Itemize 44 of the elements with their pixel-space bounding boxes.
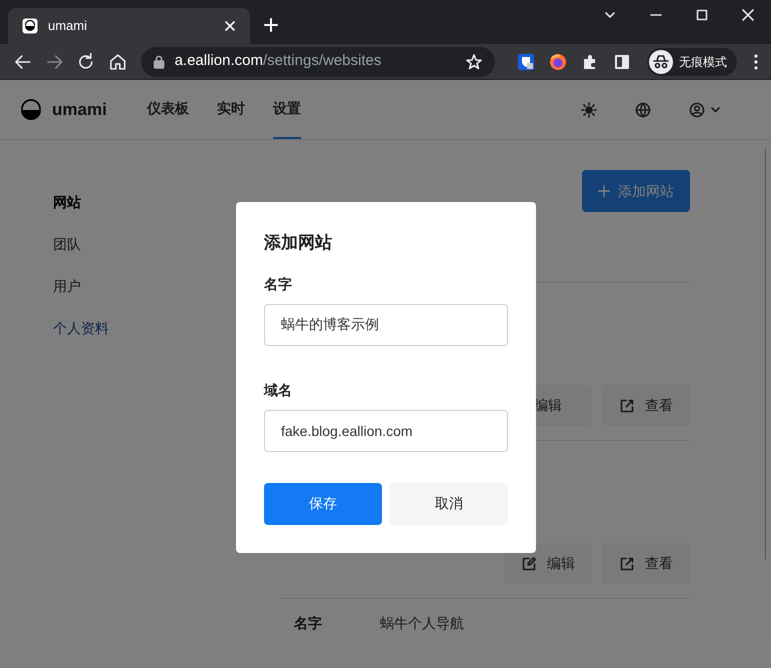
dialog-title: 添加网站 [264,232,333,254]
sidebar-item[interactable]: 用户 [53,276,227,298]
globe-icon[interactable] [635,102,651,118]
sidebar-item[interactable]: 团队 [53,234,227,256]
field-label: 名字 [264,274,293,294]
incognito-icon [649,50,674,74]
shield-icon[interactable] [517,52,536,70]
field-label: 名字 [292,614,323,633]
star-icon[interactable] [465,52,484,70]
add-website-button[interactable]: 添加网站 [582,170,690,212]
profile-button[interactable]: 无痕模式 [647,48,738,76]
maximize-icon[interactable] [695,8,709,22]
new-tab-icon[interactable] [264,18,278,32]
external-link-icon [619,556,635,572]
view-button[interactable]: 查看 [602,543,690,584]
text-field[interactable]: 蜗牛的博客示例 [264,304,508,346]
sun-icon[interactable] [581,102,597,118]
browser-tab[interactable]: umami [8,8,250,44]
bowl-logo-icon [20,98,42,120]
save-button[interactable]: 保存 [264,482,382,524]
view-button[interactable]: 查看 [602,385,690,426]
umami-logo-icon [22,18,38,34]
brand-name: umami [52,98,107,121]
lock-icon [152,54,165,68]
nav-tab[interactable]: 实时 [216,80,245,139]
external-link-icon [619,398,635,414]
sidebar-item[interactable]: 个人资料 [53,318,227,340]
sidebar-item[interactable]: 网站 [53,192,227,214]
url-text: a.eallion.com/settings/websites [174,51,382,72]
cancel-button[interactable]: 取消 [390,482,508,524]
sidebar-icon[interactable] [613,52,632,70]
address-bar[interactable]: a.eallion.com/settings/websites [140,46,496,76]
nav-tab[interactable]: 仪表板 [146,80,189,139]
close-icon[interactable] [741,8,755,22]
field-value: 蜗牛个人导航 [380,614,464,633]
edit-button[interactable]: 编辑 [504,543,592,584]
nav-tab[interactable]: 设置 [272,80,301,139]
more-menu-icon[interactable] [753,52,759,70]
text-field[interactable]: fake.blog.eallion.com [264,410,508,452]
tab-title: umami [48,17,88,36]
fox-icon[interactable] [549,52,568,70]
field-label: 域名 [264,380,293,400]
plus-icon [598,185,610,197]
edit-icon [521,556,537,572]
